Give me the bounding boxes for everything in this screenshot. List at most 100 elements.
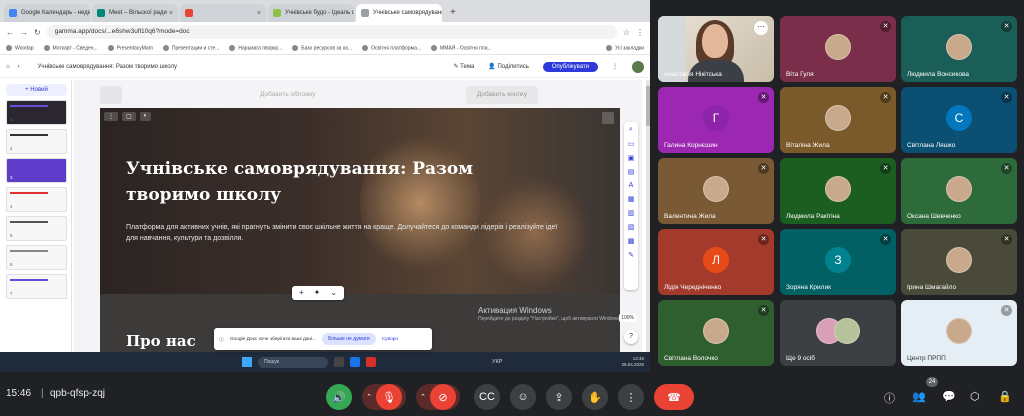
participant-tile[interactable]: Л ✕ Лідія Чередніченко [658, 229, 774, 295]
bookmark-item[interactable]: ММАЯ - Освітня пла... [431, 44, 492, 51]
style-icon[interactable]: ◐ [139, 112, 152, 121]
taskbar-search[interactable]: Пошук [258, 356, 328, 368]
layout-icon[interactable]: ▤ [628, 168, 635, 176]
info-icon[interactable]: ⓘ [884, 390, 895, 406]
taskbar-language[interactable]: УКР [492, 359, 502, 365]
new-tab-button[interactable]: + [444, 4, 462, 22]
image-placeholder[interactable] [100, 86, 122, 104]
powerpoint-icon[interactable] [366, 357, 376, 367]
chevron-up-icon[interactable]: ⌃ [420, 393, 426, 401]
hero-card[interactable]: ⋮ ▢ ◐ Учнівське самоврядування: Разом тв… [100, 108, 620, 294]
participant-tile[interactable]: С ✕ Світлана Ляшко [901, 87, 1017, 153]
layout-icon[interactable]: ▢ [122, 112, 136, 121]
participant-tile[interactable]: ✕ Віта Гуля [780, 16, 896, 82]
url-field[interactable]: gamma.app/docs/...e6shw3ufl10q6?mode=doc [46, 25, 617, 39]
menu-icon[interactable]: ⋮ [636, 28, 644, 37]
activities-icon[interactable]: ⬡ [970, 390, 980, 403]
leave-call-button[interactable]: ☎ [654, 384, 694, 410]
close-icon[interactable]: × [169, 10, 173, 17]
dismiss-button[interactable]: Більше не думати [322, 333, 376, 345]
edge-icon[interactable] [350, 357, 360, 367]
home-icon[interactable]: ⌂ [6, 64, 10, 70]
emoji-icon[interactable]: ☺ [510, 384, 536, 410]
grid-icon[interactable]: ▩ [628, 237, 635, 245]
camera-off-button[interactable]: ⌃ ⊘ [416, 384, 460, 410]
add-button-button[interactable]: Добавить кнопку [466, 86, 538, 104]
notification-link[interactable]: Суворо [382, 337, 398, 342]
help-button[interactable]: ? [624, 330, 638, 344]
avatar[interactable] [632, 60, 644, 73]
participant-tile[interactable]: Г ✕ Галина Корнєшин [658, 87, 774, 153]
bookmark-item[interactable]: Базо ресурсов за ка... [292, 44, 352, 51]
zoom-level[interactable]: 100% [619, 314, 636, 322]
mic-off-button[interactable]: ⌃ 🎙 [362, 384, 406, 410]
participant-tile[interactable]: ⋯ Анастасія Нікітська [658, 16, 774, 82]
embed-icon[interactable]: ▧ [628, 223, 635, 231]
bookmark-item[interactable]: PresentacyMam [107, 44, 153, 51]
speaker-icon[interactable]: 🔊 [326, 384, 352, 410]
drag-handle-icon[interactable]: ⋮ [104, 112, 118, 121]
more-options-icon[interactable]: ⋮ [618, 384, 644, 410]
edit-icon[interactable]: ✎ [628, 251, 634, 259]
hero-title[interactable]: Учнівське самоврядування: Разом творимо … [126, 156, 546, 208]
participant-tile[interactable]: ✕ Центр ПРПП [901, 300, 1017, 366]
hero-subtitle[interactable]: Платформа для активних учнів, які прагну… [126, 222, 566, 244]
bookmark-item[interactable]: Презентации и сте... [162, 44, 219, 51]
participant-tile[interactable]: ✕ Валентина Жила [658, 158, 774, 224]
ai-icon[interactable]: ✦ [314, 286, 321, 300]
table-icon[interactable]: ▦ [628, 195, 635, 203]
bookmark-item[interactable]: Усі закладки [606, 44, 644, 51]
chart-icon[interactable]: ▥ [628, 209, 635, 217]
search-icon[interactable]: ⌕ [629, 126, 633, 134]
add-cover-button[interactable]: Добавить обложку [260, 86, 316, 104]
text-icon[interactable]: A [629, 182, 634, 189]
bookmark-item[interactable]: Моткарт - Сведен... [43, 44, 98, 51]
back-icon[interactable]: ← [6, 28, 14, 37]
slide-thumbnail[interactable]: 4 [6, 187, 67, 212]
windows-start-icon[interactable] [242, 357, 252, 367]
participant-tile[interactable]: ✕ Віталіна Жила [780, 87, 896, 153]
participant-tile[interactable]: З ✕ Зоряна Крилик [780, 229, 896, 295]
chevron-left-icon[interactable]: ‹ [18, 64, 20, 70]
theme-button[interactable]: ✎ Тема [453, 63, 474, 70]
slide-thumbnail[interactable]: 6 [6, 245, 67, 270]
star-icon[interactable]: ☆ [623, 28, 630, 37]
participant-tile[interactable]: ✕ Людмила Вонсикова [901, 16, 1017, 82]
task-view-icon[interactable] [334, 357, 344, 367]
image-icon[interactable]: ▣ [628, 154, 635, 162]
participant-tile[interactable]: ✕ Людмила Ракітіна [780, 158, 896, 224]
browser-tab[interactable]: Учнівське самоврядування× [356, 4, 442, 22]
page-scrollbar[interactable] [646, 80, 650, 352]
participant-tile[interactable]: ✕ Оксана Шевченко [901, 158, 1017, 224]
taskbar-clock[interactable]: 13:46 25.04.2025 [621, 356, 644, 368]
people-icon[interactable]: 👥 [912, 390, 926, 403]
slide-thumbnail[interactable]: 3 [6, 158, 67, 183]
add-block-icon[interactable]: + [299, 286, 304, 300]
slide-thumbnail[interactable]: 2 [6, 129, 67, 154]
participant-tile[interactable]: ✕ Світлана Волочко [658, 300, 774, 366]
browser-tab[interactable]: × [180, 4, 266, 22]
lock-icon[interactable]: 🔒 [998, 390, 1012, 403]
chat-icon[interactable]: 💬 [942, 390, 956, 403]
slide-thumbnail[interactable]: 7 [6, 274, 67, 299]
publish-button[interactable]: Опублікувати [542, 61, 598, 72]
chevron-down-icon[interactable]: ⌄ [330, 286, 337, 300]
browser-tab[interactable]: Meet – Вільскої ради × [92, 4, 178, 22]
browser-tab[interactable]: Учнівське будо - Ідеаль фо× [268, 4, 354, 22]
raise-hand-icon[interactable]: ✋ [582, 384, 608, 410]
participant-tile[interactable]: Ще 9 осіб [780, 300, 896, 366]
slide-thumbnail[interactable]: 5 [6, 216, 67, 241]
captions-icon[interactable]: CC [474, 384, 500, 410]
card-options-icon[interactable] [602, 112, 614, 124]
bookmark-item[interactable]: Нарьмага пворкр... [229, 44, 282, 51]
chevron-up-icon[interactable]: ⌃ [366, 393, 372, 401]
share-button[interactable]: 👤 Поділитись [488, 63, 529, 70]
more-icon[interactable]: ⋮ [612, 63, 618, 70]
about-title[interactable]: Про нас [126, 332, 196, 350]
close-icon[interactable]: × [257, 10, 261, 17]
forward-icon[interactable]: → [20, 28, 28, 37]
card-icon[interactable]: ▭ [628, 140, 635, 148]
participant-tile[interactable]: ✕ Ірина Шмагайло [901, 229, 1017, 295]
bookmark-item[interactable]: Woodap [6, 44, 34, 51]
present-icon[interactable]: ⇪ [546, 384, 572, 410]
